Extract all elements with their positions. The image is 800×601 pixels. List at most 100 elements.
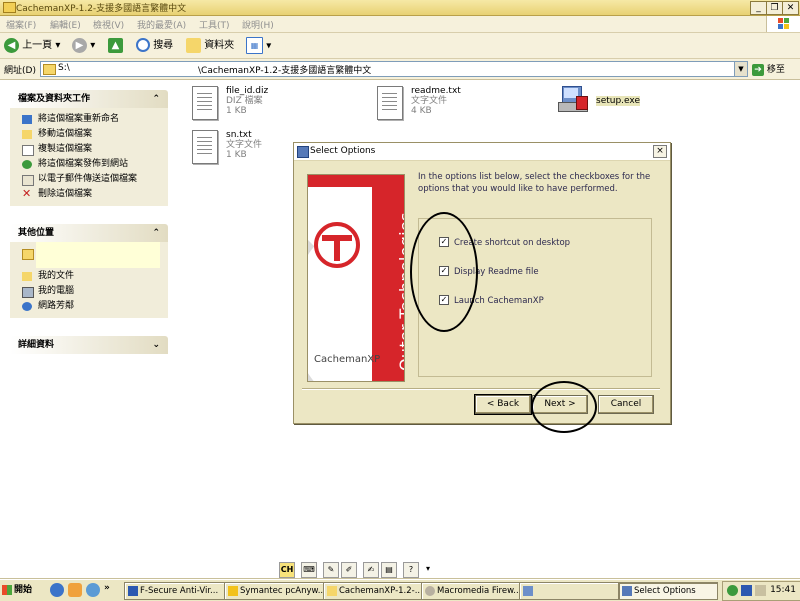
place-network[interactable]: 網路芳鄰 — [20, 299, 168, 314]
start-button[interactable]: 開始 — [2, 582, 38, 598]
folder-icon — [186, 37, 201, 53]
task-email[interactable]: 以電子郵件傳送這個檔案 — [20, 172, 168, 187]
dialog-title-bar[interactable]: Select Options × — [294, 143, 670, 161]
go-button[interactable]: ➔ 移至 — [752, 62, 785, 76]
copy-icon — [22, 145, 34, 156]
task-publish-label[interactable]: 將這個檔案發佈到網站 — [38, 159, 128, 169]
dialog-close-button[interactable]: × — [653, 145, 667, 158]
pen-icon[interactable]: ✐ — [341, 562, 357, 578]
move-icon — [22, 130, 32, 139]
task-copy[interactable]: 複製這個檔案 — [20, 142, 168, 157]
windows-logo — [766, 16, 800, 32]
symantec-icon — [228, 586, 238, 596]
task-cachemanxp-folder[interactable]: CachemanXP-1.2-... — [323, 582, 425, 600]
forward-button[interactable]: ▶ ▾ — [72, 37, 95, 54]
task-rename[interactable]: 將這個檔案重新命名 — [20, 112, 168, 127]
task-move-label[interactable]: 移動這個檔案 — [38, 129, 92, 139]
menu-view[interactable]: 檢視(V) — [93, 18, 124, 31]
internet-explorer-icon[interactable] — [50, 583, 64, 597]
quicklaunch-more-chevron-icon[interactable]: » — [104, 583, 114, 597]
windows-flag-icon — [778, 18, 790, 30]
folder-icon — [3, 2, 16, 13]
handwriting-icon[interactable]: ✍ — [363, 562, 379, 578]
restore-button[interactable]: ❐ — [766, 1, 783, 15]
chevron-down-icon[interactable]: ▾ — [421, 562, 435, 576]
windows-flag-icon — [2, 584, 12, 595]
back-button[interactable]: < Back — [474, 394, 532, 415]
place-redacted-folder[interactable] — [20, 242, 168, 268]
file-item-readme-txt[interactable]: readme.txt 文字文件 4 KB — [377, 86, 527, 126]
place-network-label[interactable]: 網路芳鄰 — [38, 301, 74, 311]
task-move[interactable]: 移動這個檔案 — [20, 127, 168, 142]
go-label: 移至 — [766, 65, 785, 75]
delete-x-icon: ✕ — [22, 187, 32, 200]
task-email-label[interactable]: 以電子郵件傳送這個檔案 — [38, 174, 137, 184]
address-path: \CachemanXP-1.2-支援多國語言繁體中文 — [198, 66, 372, 76]
task-delete[interactable]: ✕ 刪除這個檔案 — [20, 187, 168, 202]
help-icon[interactable]: ? — [403, 562, 419, 578]
task-label: F-Secure Anti-Vir... — [140, 586, 219, 596]
annotation-circle-options — [410, 212, 478, 332]
task-delete-label[interactable]: 刪除這個檔案 — [38, 189, 92, 199]
file-size: 4 KB — [411, 106, 432, 116]
address-input[interactable]: S:\ \CachemanXP-1.2-支援多國語言繁體中文 ▼ — [40, 61, 748, 77]
place-my-documents-label[interactable]: 我的文件 — [38, 271, 74, 281]
language-bar: CH ⌨ ✎ ✐ ✍ ▤ ? ▾ — [279, 561, 439, 578]
back-button[interactable]: ◀ 上一頁 ▾ — [4, 37, 60, 54]
cancel-button[interactable]: Cancel — [598, 395, 654, 414]
file-size: 1 KB — [226, 106, 247, 116]
details-header[interactable]: 詳細資料 ⌄ — [10, 336, 168, 354]
expand-chevron-icon[interactable]: ⌄ — [152, 336, 160, 354]
keyboard-icon[interactable]: ⌨ — [301, 562, 317, 578]
window-title-bar[interactable]: CachemanXP-1.2-支援多國語言繁體中文 _ ❐ ✕ — [0, 0, 800, 16]
task-pane: 檔案及資料夾工作 ⌃ 將這個檔案重新命名 移動這個檔案 複製這個檔案 將這個檔案… — [0, 80, 182, 575]
minimize-button[interactable]: _ — [750, 1, 767, 15]
tray-antivirus-icon[interactable] — [741, 585, 752, 596]
up-folder-button[interactable]: ▲ — [108, 37, 123, 54]
document-icon — [192, 86, 218, 120]
place-my-computer-label[interactable]: 我的電腦 — [38, 286, 74, 296]
tools-icon[interactable]: ✎ — [323, 562, 339, 578]
banner-vertical-text: Outer Technologies — [396, 212, 405, 371]
task-macromedia[interactable]: Macromedia Firew... — [421, 582, 523, 600]
collapse-chevron-icon[interactable]: ⌃ — [152, 90, 160, 108]
window-title: CachemanXP-1.2-支援多國語言繁體中文 — [16, 4, 187, 14]
media-icon[interactable] — [68, 583, 82, 597]
task-pcanywhere[interactable]: Symantec pcAnyw... — [224, 582, 326, 600]
task-rename-label[interactable]: 將這個檔案重新命名 — [38, 114, 119, 124]
place-my-documents[interactable]: 我的文件 — [20, 269, 168, 284]
tray-network-icon[interactable] — [755, 585, 766, 596]
pad-icon[interactable]: ▤ — [381, 562, 397, 578]
file-name: file_id.diz — [226, 86, 269, 96]
task-fsecure[interactable]: F-Secure Anti-Vir... — [124, 582, 226, 600]
file-item-setup-exe[interactable]: setup.exe — [558, 84, 708, 124]
details-panel: 詳細資料 ⌄ — [10, 336, 168, 354]
task-copy-label[interactable]: 複製這個檔案 — [38, 144, 92, 154]
folders-button[interactable]: 資料夾 — [186, 37, 234, 54]
place-my-computer[interactable]: 我的電腦 — [20, 284, 168, 299]
collapse-chevron-icon[interactable]: ⌃ — [152, 224, 160, 242]
menu-edit[interactable]: 編輯(E) — [50, 18, 81, 31]
address-dropdown-button[interactable]: ▼ — [734, 62, 747, 76]
file-tasks-header[interactable]: 檔案及資料夾工作 ⌃ — [10, 90, 168, 108]
views-button[interactable]: ▦ ▾ — [246, 37, 271, 54]
other-places-header[interactable]: 其他位置 ⌃ — [10, 224, 168, 242]
menu-tools[interactable]: 工具(T) — [199, 18, 230, 31]
task-unnamed[interactable] — [519, 582, 621, 600]
menu-favorites[interactable]: 我的最愛(A) — [137, 18, 186, 31]
email-client-icon[interactable] — [86, 583, 100, 597]
menu-help[interactable]: 說明(H) — [242, 18, 274, 31]
task-select-options[interactable]: Select Options — [618, 582, 718, 600]
file-item-file-id-diz[interactable]: file_id.diz DIZ 檔案 1 KB — [192, 86, 342, 126]
menu-file[interactable]: 檔案(F) — [6, 18, 36, 31]
toolbar: ◀ 上一頁 ▾ ▶ ▾ ▲ 搜尋 資料夾 ▦ ▾ — [0, 33, 800, 59]
search-button[interactable]: 搜尋 — [136, 37, 173, 54]
language-indicator[interactable]: CH — [279, 562, 295, 578]
search-icon — [136, 38, 150, 52]
installer-icon — [558, 84, 590, 116]
folder-icon — [43, 64, 56, 75]
close-button[interactable]: ✕ — [782, 1, 799, 15]
task-publish[interactable]: 將這個檔案發佈到網站 — [20, 157, 168, 172]
setup-banner: Outer Technologies CachemanXP — [307, 174, 405, 382]
tray-status-icon[interactable] — [727, 585, 738, 596]
